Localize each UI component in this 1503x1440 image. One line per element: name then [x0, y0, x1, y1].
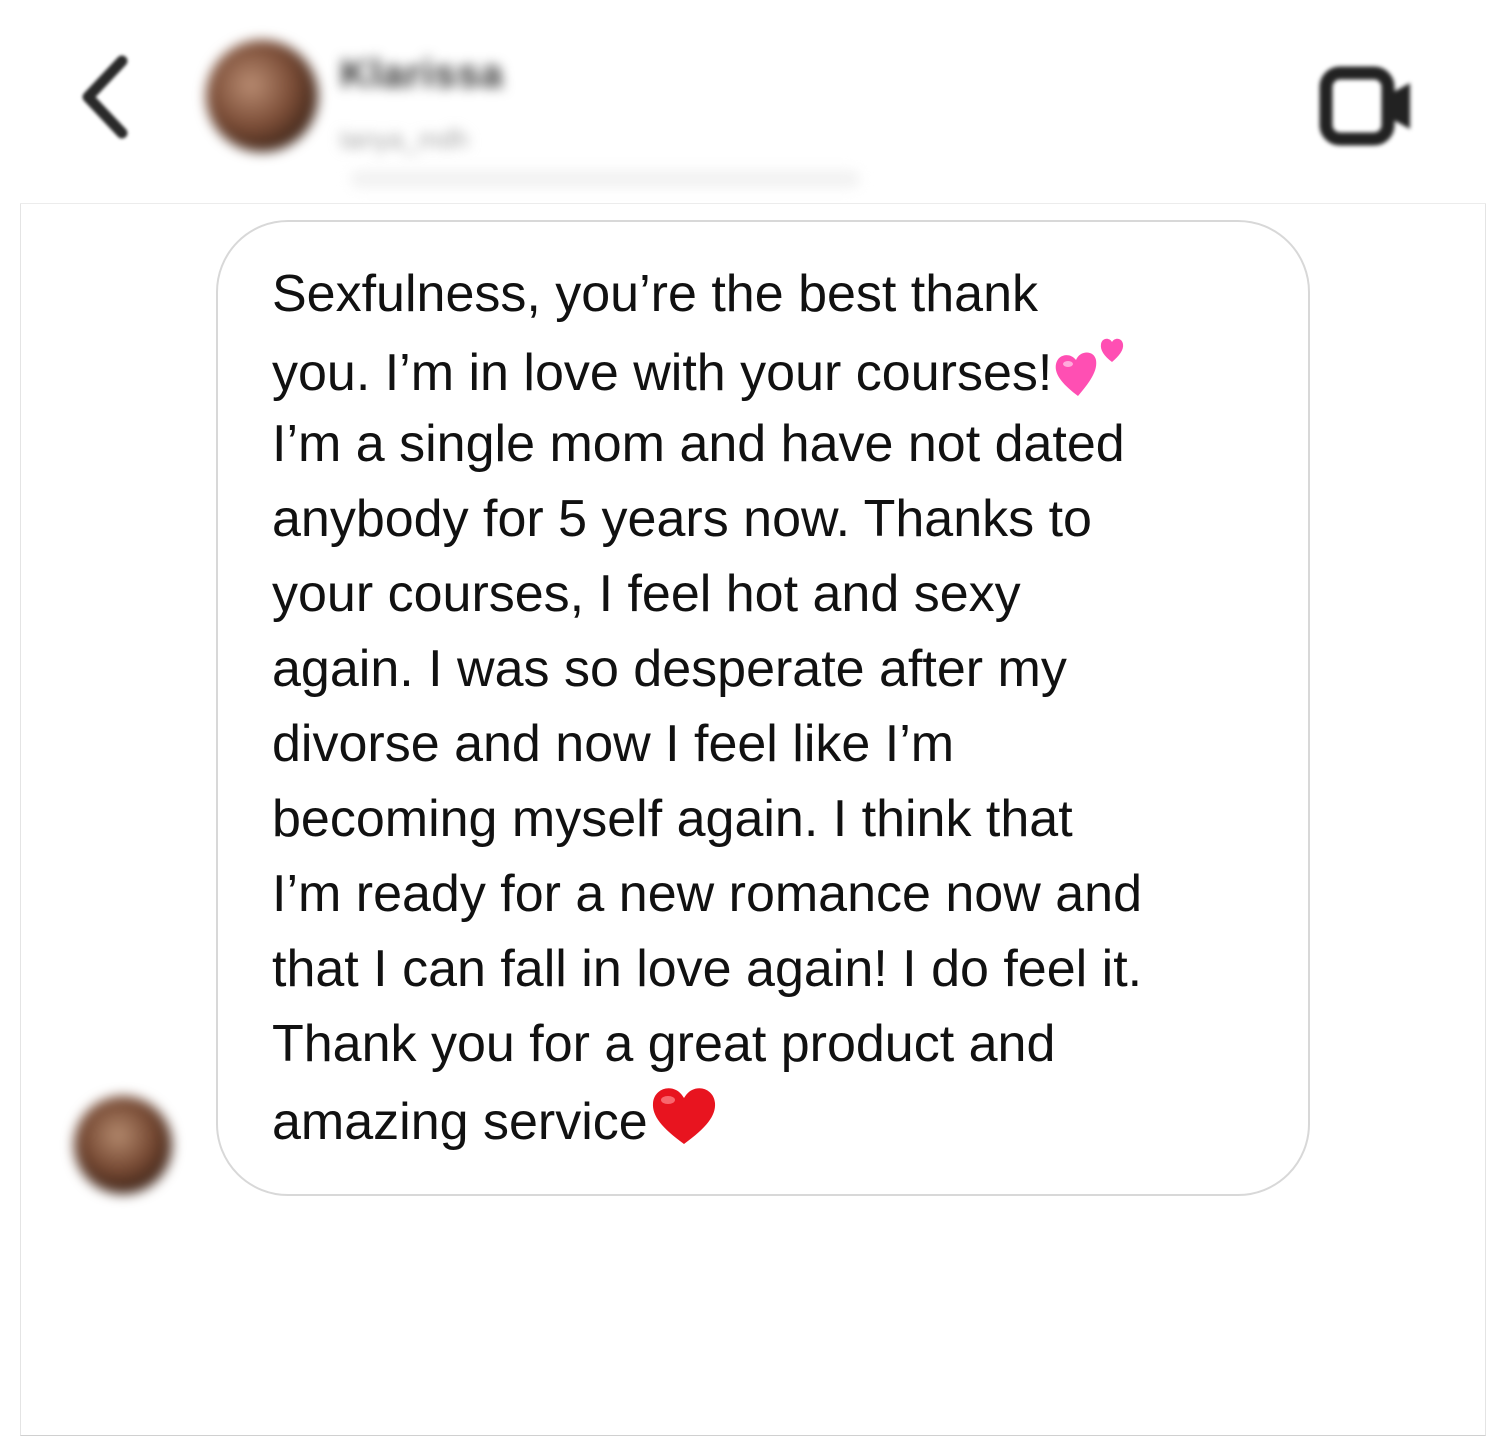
video-camera-icon — [1319, 66, 1410, 146]
video-call-button[interactable] — [1312, 58, 1424, 154]
message-line: that I can fall in love again! I do feel… — [272, 940, 1143, 998]
message-line: I’m ready for a new romance now and — [272, 865, 1142, 923]
message-line: again. I was so desperate after my — [272, 640, 1067, 698]
message-line: Sexfulness, you’re the best thank — [272, 265, 1039, 323]
message-line: becoming myself again. I think that — [272, 790, 1073, 848]
message-line: divorse and now I feel like I’m — [272, 715, 955, 773]
message-line: Thank you for a great product and — [272, 1015, 1056, 1073]
back-button[interactable] — [70, 42, 140, 152]
contact-avatar[interactable] — [206, 40, 318, 152]
message-line: your courses, I feel hot and sexy — [272, 565, 1021, 623]
red-heart-icon — [648, 1082, 720, 1169]
contact-name[interactable]: Klarissa — [340, 52, 504, 97]
message-line: anybody for 5 years now. Thanks to — [272, 490, 1092, 548]
message-line: I’m a single mom and have not dated — [272, 415, 1125, 473]
message-line: amazing service — [272, 1082, 720, 1169]
contact-username: tanya_mdh — [340, 124, 469, 154]
chevron-left-icon — [82, 55, 128, 139]
contact-status-placeholder — [350, 170, 860, 188]
sender-avatar[interactable] — [74, 1096, 172, 1194]
